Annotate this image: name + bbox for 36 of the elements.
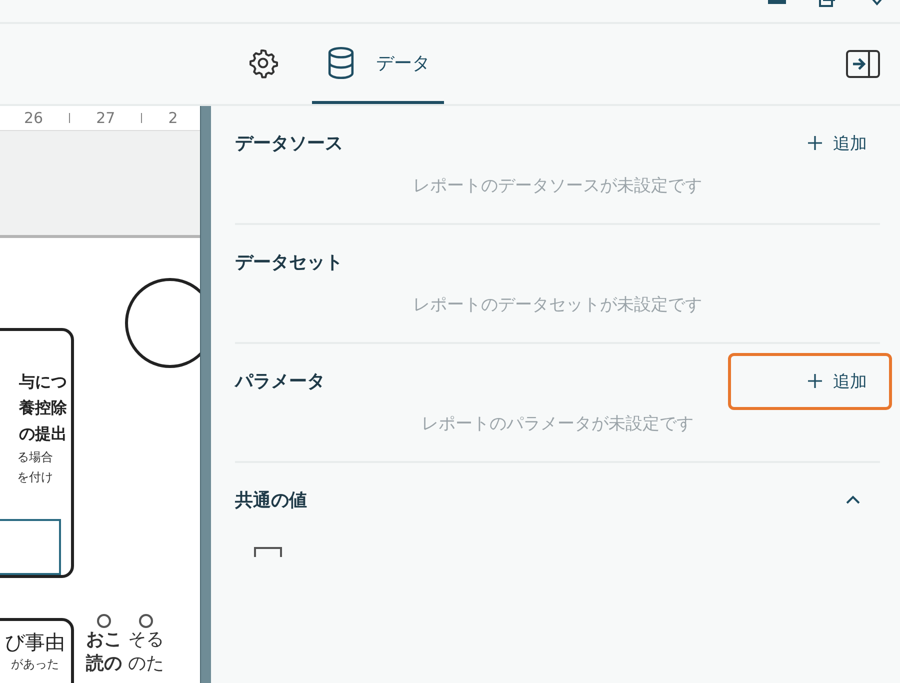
form-text: そる [128, 628, 164, 652]
form-text: のた [128, 652, 164, 676]
double-circle-icon [97, 614, 111, 628]
section-title: データセット [235, 251, 343, 274]
form-text: おこ [86, 628, 122, 652]
empty-message: レポートのデータソースが未設定です [412, 175, 703, 197]
ruler-number: 27 [96, 109, 116, 127]
section-title: パラメータ [235, 370, 325, 393]
data-tab[interactable]: データ [312, 24, 444, 104]
form-note: を付け [17, 469, 53, 486]
ruler-number: 26 [24, 109, 44, 127]
form-text: 与につ [18, 371, 67, 393]
ruler-number: 2 [168, 109, 178, 127]
form-text: び事由 [4, 629, 65, 656]
form-text: 養控除 [18, 397, 67, 419]
form-note: があった [10, 656, 59, 673]
form-note: る場合 [17, 449, 53, 466]
splitter-handle[interactable] [200, 106, 211, 683]
panel-toggle-icon[interactable] [846, 50, 880, 78]
plus-icon [807, 135, 823, 151]
collapse-icon[interactable] [846, 495, 860, 505]
restore-icon[interactable] [818, 0, 836, 8]
calendar-icon [253, 545, 283, 557]
settings-icon [248, 46, 278, 78]
plus-icon [807, 373, 823, 389]
selection-frame[interactable] [0, 519, 61, 575]
database-icon [326, 46, 356, 78]
section-title: データソース [235, 132, 343, 155]
add-button[interactable]: 追加 [728, 352, 892, 410]
form-text: 読の [86, 652, 122, 676]
section-title: 共通の値 [235, 489, 307, 512]
add-button[interactable]: 追加 [728, 114, 892, 172]
empty-message: レポートのパラメータが未設定です [420, 413, 694, 435]
empty-message: レポートのデータセットが未設定です [412, 294, 703, 316]
form-text: の提出 [18, 423, 67, 445]
double-circle-icon [139, 614, 153, 628]
